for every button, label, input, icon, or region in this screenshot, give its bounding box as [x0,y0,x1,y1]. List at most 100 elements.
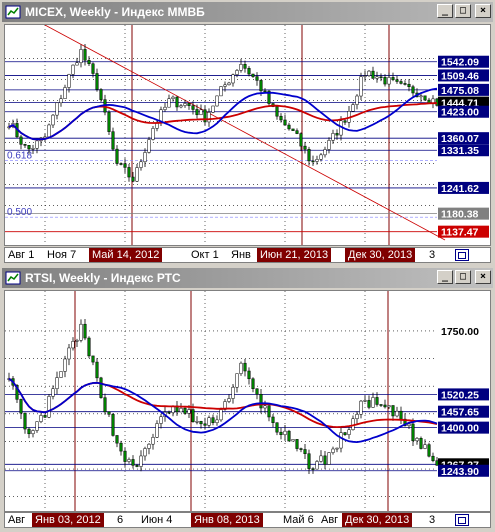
price-label: 1542.09 [441,57,479,69]
candle-body [207,112,211,123]
rtsi-time-axis[interactable]: Авг Янв 03, 2012 6 Июн 4 Янв 08, 2013 Ма… [4,512,491,528]
minimize-button[interactable]: _ [437,4,453,18]
candle-body [111,131,115,150]
candle-body [343,432,347,435]
price-label: 1520.25 [441,389,479,401]
axis-label-highlight: Янв 08, 2013 [191,513,263,527]
candle-body [87,59,91,65]
candle-body [407,83,411,88]
candle-body [147,443,151,449]
price-label: 1423.00 [441,107,479,119]
candle-body [315,461,319,470]
candle-body [383,404,387,408]
candle-body [279,115,283,121]
candle-body [435,460,439,466]
candle-body [423,444,427,449]
candle-body [215,95,219,107]
candle-body [419,438,423,449]
candle-body [179,105,183,108]
rtsi-titlebar[interactable]: RTSI, Weekly - Индекс РТС _ □ × [2,268,493,288]
candle-body [35,140,39,149]
candle-body [227,398,231,402]
candle-body [419,95,423,98]
candle-body [115,148,119,164]
candle-body [335,133,339,136]
candle-body [259,394,263,409]
candle-body [375,397,379,405]
chart-shift-button[interactable] [455,514,469,526]
candle-body [63,358,67,372]
rtsi-plot-area[interactable]: 1750.001520.251457.651400.001267.271243.… [4,290,491,512]
candle-body [87,337,91,357]
candle-body [71,341,75,349]
candle-body [251,378,255,389]
candle-body [135,167,139,182]
candle-body [83,49,87,61]
candle-body [183,103,187,106]
candle-body [379,404,383,406]
candle-body [235,70,239,75]
candle-body [191,105,195,110]
candle-body [187,409,191,414]
micex-plot-area[interactable]: 0.618 0.500 1542.09 1509.46 1475.08 1444.71 14… [4,24,491,246]
axis-label: Авг [321,514,339,526]
candle-body [31,430,35,435]
minimize-button[interactable]: _ [437,270,453,284]
close-button[interactable]: × [475,270,491,284]
candle-body [179,407,183,413]
candle-body [291,128,295,131]
candle-body [263,90,267,93]
candle-body [99,377,103,398]
candle-body [235,373,239,388]
rtsi-chart-window[interactable]: RTSI, Weekly - Индекс РТС _ □ × 1750.00 1… [0,266,495,532]
candle-body [127,459,131,462]
axis-label: 3 [429,514,436,526]
candle-body [355,95,359,105]
close-button[interactable]: × [475,4,491,18]
micex-candlestick-chart[interactable]: 0.6180.5001542.091509.461475.081444.7114… [5,24,490,245]
candle-body [75,340,79,342]
maximize-button[interactable]: □ [455,270,471,284]
candle-body [67,347,71,360]
candle-body [71,64,75,75]
candle-body [79,323,83,341]
candle-body [59,98,63,104]
candle-body [199,109,203,116]
candle-body [319,455,323,462]
candle-body [243,362,247,372]
candle-body [223,84,227,87]
trend-line [44,24,446,241]
candle-body [211,417,215,423]
candle-body [275,106,279,117]
candle-body [359,76,363,97]
candle-body [311,468,315,470]
candle-body [347,429,351,435]
candle-body [263,405,267,409]
rtsi-window-title: RTSI, Weekly - Индекс РТС [25,271,181,285]
candle-body [295,439,299,449]
micex-titlebar[interactable]: MICEX, Weekly - Индекс ММВБ _ □ × [2,2,493,22]
candle-body [211,105,215,113]
candle-body [199,421,203,425]
candle-body [123,163,127,168]
candle-body [119,163,123,165]
candle-body [375,76,379,79]
candle-body [123,450,127,462]
chart-shift-button[interactable] [455,249,469,261]
candle-body [167,98,171,108]
candle-body [247,370,251,380]
candle-body [403,83,407,85]
candle-body [239,64,243,71]
candle-body [135,465,139,467]
candle-body [303,145,307,150]
rtsi-candlestick-chart[interactable]: 1750.001520.251457.651400.001267.271243.… [5,291,490,511]
candle-body [291,439,295,442]
price-label: 1243.90 [441,466,479,478]
price-label: 1457.65 [441,407,479,419]
micex-time-axis[interactable]: Авг 1 Ноя 7 Май 14, 2012 Окт 1 Янв Июн 2… [4,247,491,263]
candle-body [219,86,223,97]
candle-body [311,160,315,163]
candle-body [51,388,55,397]
maximize-button[interactable]: □ [455,4,471,18]
micex-chart-window[interactable]: MICEX, Weekly - Индекс ММВБ _ □ × 0.618 0… [0,0,495,266]
